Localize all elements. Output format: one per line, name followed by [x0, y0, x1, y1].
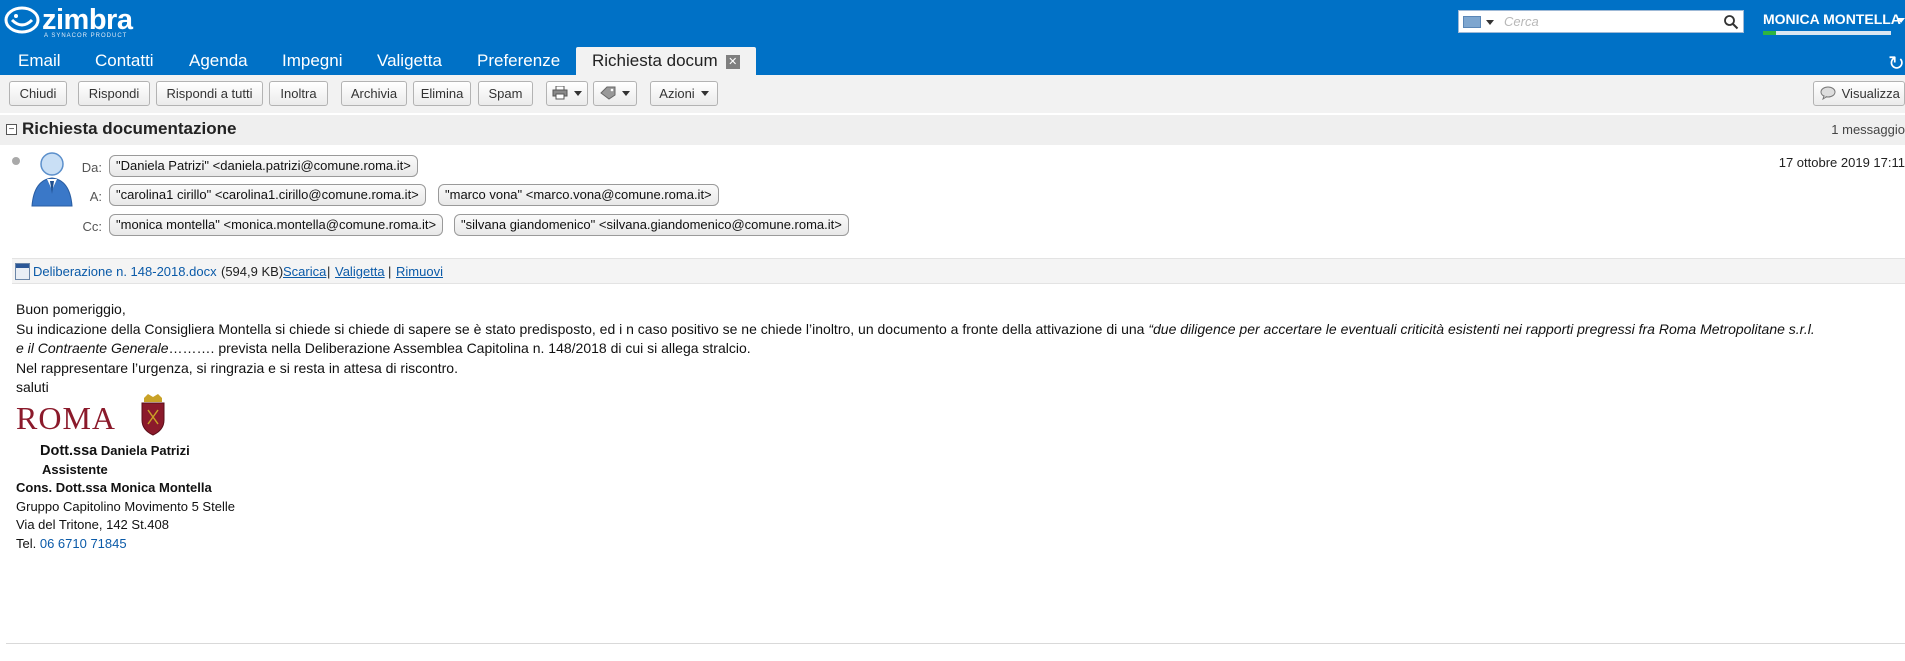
spam-button[interactable]: Spam: [478, 81, 533, 106]
speech-bubble-icon: [1820, 86, 1836, 101]
signature-address: Via del Tritone, 142 St.408: [16, 517, 169, 532]
chevron-down-icon: [574, 91, 582, 96]
remove-attachment-link[interactable]: Rimuovi: [396, 264, 443, 279]
logo-subtext: A SYNACOR PRODUCT: [44, 33, 128, 39]
delete-button[interactable]: Elimina: [413, 81, 471, 106]
tag-icon: [600, 86, 616, 100]
tab-preferenze[interactable]: Preferenze: [477, 47, 560, 75]
cc-address[interactable]: "monica montella" <monica.montella@comun…: [109, 214, 444, 236]
message-subject: Richiesta documentazione: [22, 119, 237, 138]
top-bar: zimbra A SYNACOR PRODUCT Cerca MONICA MO…: [0, 0, 1905, 75]
tab-contatti[interactable]: Contatti: [95, 47, 154, 75]
signature: Dott.ssa Daniela Patrizi Assistente Cons…: [16, 442, 235, 553]
message-count: 1 messaggio: [1831, 122, 1905, 137]
from-label: Da:: [81, 160, 102, 175]
chevron-down-icon: [622, 91, 630, 96]
body-line: e il Contraente Generale………. prevista ne…: [16, 339, 1905, 359]
tab-valigetta[interactable]: Valigetta: [377, 47, 442, 75]
subject-bar: − Richiesta documentazione 1 messaggio: [0, 115, 1905, 145]
tab-label: Richiesta docum: [592, 51, 718, 70]
body-text: Su indicazione della Consigliera Montell…: [16, 320, 1149, 337]
chevron-down-icon: [700, 91, 709, 96]
cc-label: Cc:: [82, 219, 103, 234]
actions-menu-button[interactable]: Azioni: [650, 81, 718, 106]
signature-org: Cons. Dott.ssa Monica Montella: [16, 480, 212, 495]
message-date: 17 ottobre 2019 17:11: [1778, 155, 1905, 170]
separator: |: [327, 264, 331, 279]
tab-impegni[interactable]: Impegni: [282, 47, 342, 75]
signature-title: Dott.ssa: [40, 443, 98, 459]
zimbra-logo-icon: [4, 6, 40, 34]
tag-button[interactable]: [593, 81, 637, 106]
chevron-down-icon[interactable]: [1486, 20, 1494, 25]
close-tab-icon[interactable]: ✕: [725, 55, 740, 69]
divider: [6, 643, 1905, 644]
quota-bar-fill: [1763, 31, 1776, 35]
from-address[interactable]: "Daniela Patrizi" <daniela.patrizi@comun…: [109, 155, 418, 177]
zimbra-logo[interactable]: zimbra A SYNACOR PRODUCT: [4, 4, 144, 39]
signature-name: Daniela Patrizi: [100, 443, 190, 458]
signature-name-line: Dott.ssa Daniela Patrizi: [16, 442, 235, 461]
attachment-link[interactable]: Deliberazione n. 148-2018.docx: [33, 264, 217, 279]
mail-search-type-icon[interactable]: [1463, 16, 1481, 28]
read-status-icon[interactable]: [12, 157, 20, 165]
reply-button[interactable]: Rispondi: [78, 81, 150, 106]
quota-bar: [1763, 31, 1891, 35]
body-line: saluti: [16, 379, 49, 395]
app-tabs: Email Contatti Agenda Impegni Valigetta …: [0, 47, 1905, 75]
body-line: Su indicazione della Consigliera Montell…: [16, 320, 1905, 340]
signature-role: Assistente: [42, 461, 108, 477]
attachment-size: (594,9 KB): [221, 264, 284, 279]
avatar: [31, 152, 73, 207]
tab-agenda[interactable]: Agenda: [189, 47, 248, 75]
signature-group: Gruppo Capitolino Movimento 5 Stelle: [16, 498, 235, 514]
signature-phone-line: Tel. 06 6710 71845: [16, 535, 235, 554]
search-icon[interactable]: [1723, 14, 1739, 30]
view-label: Visualizza: [1841, 86, 1900, 101]
message-toolbar: Chiudi Rispondi Rispondi a tutti Inoltra…: [0, 75, 1905, 113]
add-to-briefcase-link[interactable]: Valigetta: [335, 264, 385, 279]
tab-email[interactable]: Email: [18, 47, 61, 75]
body-text: ………. prevista nella Deliberazione Assemb…: [168, 340, 751, 356]
phone-link[interactable]: 06 6710 71845: [40, 536, 127, 551]
collapse-icon[interactable]: −: [6, 124, 17, 135]
close-button[interactable]: Chiudi: [9, 81, 67, 106]
tab-richiesta-documentazione[interactable]: Richiesta docum ✕: [576, 47, 756, 75]
message-header: Da: "Daniela Patrizi" <daniela.patrizi@c…: [0, 148, 1905, 256]
message-body: Buon pomeriggio, Su indicazione della Co…: [16, 300, 1905, 398]
download-link[interactable]: Scarica: [283, 264, 326, 279]
body-line: Buon pomeriggio,: [16, 301, 126, 317]
user-menu-chevron-icon[interactable]: [1897, 18, 1905, 23]
separator: |: [388, 264, 392, 279]
roma-crest-icon: [141, 394, 165, 436]
word-document-icon: [15, 263, 30, 280]
roma-logo: ROMA: [16, 394, 176, 442]
view-menu-button[interactable]: Visualizza: [1813, 81, 1905, 106]
body-quote: e il Contraente Generale: [16, 340, 169, 356]
phone-label: Tel.: [16, 535, 40, 551]
refresh-icon[interactable]: ↻: [1888, 51, 1905, 76]
attachment-bar: Deliberazione n. 148-2018.docx (594,9 KB…: [12, 258, 1905, 284]
to-address[interactable]: "carolina1 cirillo" <carolina1.cirillo@c…: [109, 184, 426, 206]
archive-button[interactable]: Archivia: [341, 81, 407, 106]
printer-icon: [552, 85, 568, 100]
print-button[interactable]: [546, 81, 588, 106]
actions-label: Azioni: [659, 86, 695, 101]
to-address[interactable]: "marco vona" <marco.vona@comune.roma.it>: [438, 184, 719, 206]
cc-address[interactable]: "silvana giandomenico" <silvana.giandome…: [454, 214, 849, 236]
roma-logo-text: ROMA: [16, 400, 117, 436]
forward-button[interactable]: Inoltra: [269, 81, 328, 106]
reply-all-button[interactable]: Rispondi a tutti: [156, 81, 263, 106]
to-label: A:: [89, 189, 102, 204]
search-input[interactable]: Cerca: [1504, 14, 1539, 29]
body-line: Nel rappresentare l’urgenza, si ringrazi…: [16, 359, 458, 376]
user-menu[interactable]: MONICA MONTELLA: [1763, 11, 1901, 27]
body-quote: “due diligence per accertare le eventual…: [1148, 320, 1815, 337]
search-box[interactable]: Cerca: [1458, 10, 1744, 33]
